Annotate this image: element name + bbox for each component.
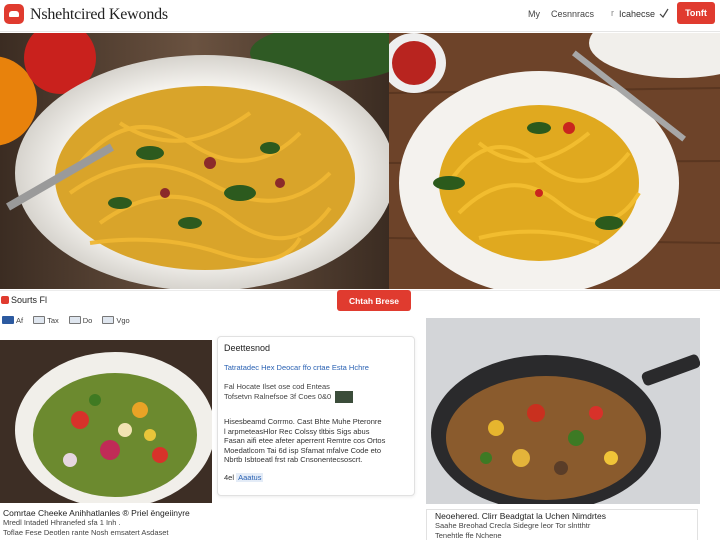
caption-line: Mredl Intadetl Hhranefed sfa 1 Inh . — [3, 518, 121, 527]
recipe-card-image[interactable] — [0, 340, 212, 503]
filter-label: Do — [82, 315, 93, 325]
description-line: Moedatlcom Tai 6d isp Sfamat mfalve Code… — [224, 445, 382, 455]
nav-my[interactable]: My — [528, 9, 540, 19]
meta-line-2: Tofsetvn Ralnefsoe 3f Coes 0&0 — [224, 391, 408, 403]
filter-label: Vgo — [116, 315, 130, 325]
search-recipes-button[interactable]: Chtah Brese — [337, 290, 411, 311]
filter-chip[interactable]: Af — [0, 316, 25, 325]
detail-meta: Fal Hocate Ilset ose cod Enteas Tofsetvn… — [224, 382, 408, 403]
footer-tag[interactable]: Aaatus — [236, 472, 264, 482]
results-icon — [1, 296, 9, 304]
signup-button[interactable]: Tonft — [677, 2, 715, 24]
results-label: Sourts Fl — [11, 295, 48, 305]
description-line: Fasan aifi etee afeter aperrent Remtre c… — [224, 436, 386, 445]
description-line: Hisesbeamd Corrmo. Cast Bhte Muhe Pteron… — [224, 417, 382, 426]
caption-line: Comrtae Cheeke Anihhatlanles ® Priel ëng… — [3, 508, 190, 518]
skillet-illustration — [426, 318, 700, 504]
recipe-card-caption[interactable]: Comrtae Cheeke Anihhatlanles ® Priel ëng… — [3, 508, 213, 538]
detail-description: Hisesbeamd Corrmo. Cast Bhte Muhe Pteron… — [224, 417, 408, 465]
recipe-card-image[interactable] — [426, 318, 700, 504]
logo-icon[interactable] — [4, 4, 24, 24]
detail-link[interactable]: Tatratadec Hex Deocar ffo crtae Esta Hch… — [224, 363, 408, 372]
recipe-card-caption[interactable]: Neoehered. Clirr Beadgtat la Uchen Nimdr… — [426, 509, 698, 540]
hero-image-left[interactable] — [0, 33, 389, 289]
caption-line: Neoehered. Clirr Beadgtat la Uchen Nimdr… — [435, 511, 607, 521]
salad-bowl-illustration — [0, 340, 212, 503]
filter-checkbox[interactable] — [33, 316, 46, 324]
description-line: l arpmeteasHlor Rec Colssy tltbis Sigs a… — [224, 426, 370, 436]
recipe-detail-card[interactable]: Deettesnod Tatratadec Hex Deocar ffo crt… — [217, 336, 415, 496]
hero-image-right[interactable] — [389, 33, 720, 289]
filter-chip[interactable]: Tax — [31, 316, 61, 325]
caption-line: Toflae Fese Deotlen rante Nosh emsatert … — [3, 528, 169, 537]
description-line: Nbrtb Isbtoeatl frst rab Cnsonentecsoscr… — [224, 455, 363, 464]
thumbnail-icon — [335, 391, 354, 403]
check-icon[interactable] — [659, 8, 669, 18]
filter-chip[interactable]: Do — [67, 316, 95, 325]
filter-label: Af — [16, 315, 24, 325]
filter-label: Tax — [47, 315, 59, 325]
filter-row: Af Tax Do Vgo — [0, 313, 132, 327]
nav-link[interactable]: Cesnnracs — [551, 9, 594, 19]
meta-line-text: Tofsetvn Ralnefsoe 3f Coes 0&0 — [224, 391, 332, 401]
footer-text: 4el — [224, 472, 235, 482]
nav-link-2[interactable]: Icahecse — [619, 9, 655, 19]
detail-footer: 4el Aaatus — [224, 472, 408, 482]
filter-chip[interactable]: Vgo — [100, 316, 131, 325]
filter-checkbox[interactable] — [68, 316, 81, 324]
pasta-bowl-illustration — [0, 33, 389, 289]
pasta-plate-illustration — [389, 33, 720, 289]
top-header: Nshehtcired Kewonds My Cesnnracs r Icahe… — [0, 0, 720, 32]
filter-checkbox[interactable] — [102, 316, 115, 324]
meta-line: Fal Hocate Ilset ose cod Enteas — [224, 382, 330, 391]
caption-line: Saahe Breohad Crecla Sidegre leor Tor sl… — [435, 521, 591, 530]
nav-separator: r — [611, 8, 614, 18]
detail-title: Deettesnod — [224, 343, 271, 353]
filter-checkbox[interactable] — [2, 316, 14, 324]
site-title[interactable]: Nshehtcired Kewonds — [30, 6, 168, 24]
